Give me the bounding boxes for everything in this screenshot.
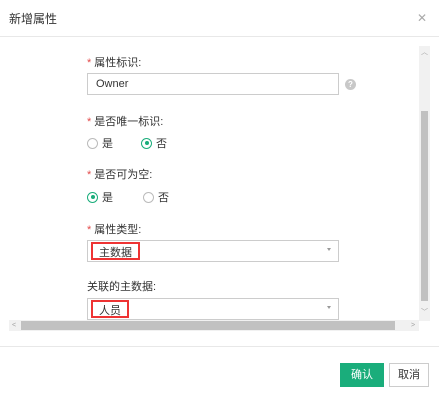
scroll-up-icon[interactable]: ︿ — [421, 49, 428, 57]
type-label: * 属性类型: — [87, 221, 141, 237]
type-select[interactable]: 主数据 — [87, 240, 339, 262]
identifier-label: * 属性标识: — [87, 54, 141, 70]
radio-circle — [87, 137, 98, 149]
master-data-label: 关联的主数据: — [87, 281, 157, 293]
radio-circle — [143, 191, 154, 203]
type-select-value: 主数据 — [91, 242, 140, 260]
chevron-down-icon — [327, 306, 331, 309]
master-data-select-value: 人员 — [91, 300, 129, 318]
confirm-button[interactable]: 确认 — [340, 363, 384, 387]
required-mark: * — [87, 224, 92, 236]
identifier-input[interactable]: Owner — [87, 73, 339, 95]
radio-label: 否 — [156, 138, 167, 150]
required-mark: * — [87, 57, 92, 69]
radio-label: 是 — [102, 192, 113, 204]
horizontal-scrollbar[interactable]: < > — [9, 320, 419, 331]
unique-label-text: 是否唯一标识: — [94, 116, 164, 128]
dialog-header: 新增属性 ✕ — [0, 0, 439, 37]
scroll-right-icon[interactable]: > — [409, 321, 417, 330]
radio-label: 是 — [102, 138, 113, 150]
cancel-button[interactable]: 取消 — [389, 363, 429, 387]
scroll-left-icon[interactable]: < — [10, 321, 18, 330]
chevron-down-icon — [327, 248, 331, 251]
identifier-label-text: 属性标识: — [94, 57, 142, 69]
question-icon[interactable]: ? — [345, 79, 356, 90]
unique-radio-yes[interactable]: 是 — [87, 135, 113, 151]
unique-radio-no[interactable]: 否 — [141, 135, 167, 151]
required-mark: * — [87, 116, 92, 128]
vertical-scrollbar[interactable]: ︿ ﹀ — [419, 46, 430, 321]
master-data-select[interactable]: 人员 — [87, 298, 339, 320]
dialog-footer: 确认 取消 — [0, 346, 439, 396]
required-mark: * — [87, 169, 92, 181]
dialog-body: * 属性标识: Owner ? * 是否唯一标识: 是 否 * 是否可为空: 是 否 … — [0, 37, 439, 335]
add-attribute-dialog: 新增属性 ✕ * 属性标识: Owner ? * 是否唯一标识: 是 否 * 是否可为… — [0, 0, 439, 395]
close-icon[interactable]: ✕ — [415, 11, 429, 25]
horizontal-scroll-thumb[interactable] — [21, 321, 395, 330]
radio-label: 否 — [158, 192, 169, 204]
type-label-text: 属性类型: — [94, 224, 142, 236]
radio-circle-selected — [141, 137, 152, 149]
dialog-title: 新增属性 — [9, 12, 58, 26]
radio-circle-selected — [87, 191, 98, 203]
nullable-radio-yes[interactable]: 是 — [87, 189, 113, 205]
nullable-radio-no[interactable]: 否 — [143, 189, 169, 205]
unique-label: * 是否唯一标识: — [87, 113, 163, 129]
vertical-scroll-thumb[interactable] — [421, 111, 428, 301]
nullable-label: * 是否可为空: — [87, 166, 152, 182]
nullable-label-text: 是否可为空: — [94, 169, 153, 181]
scroll-down-icon[interactable]: ﹀ — [421, 309, 428, 317]
